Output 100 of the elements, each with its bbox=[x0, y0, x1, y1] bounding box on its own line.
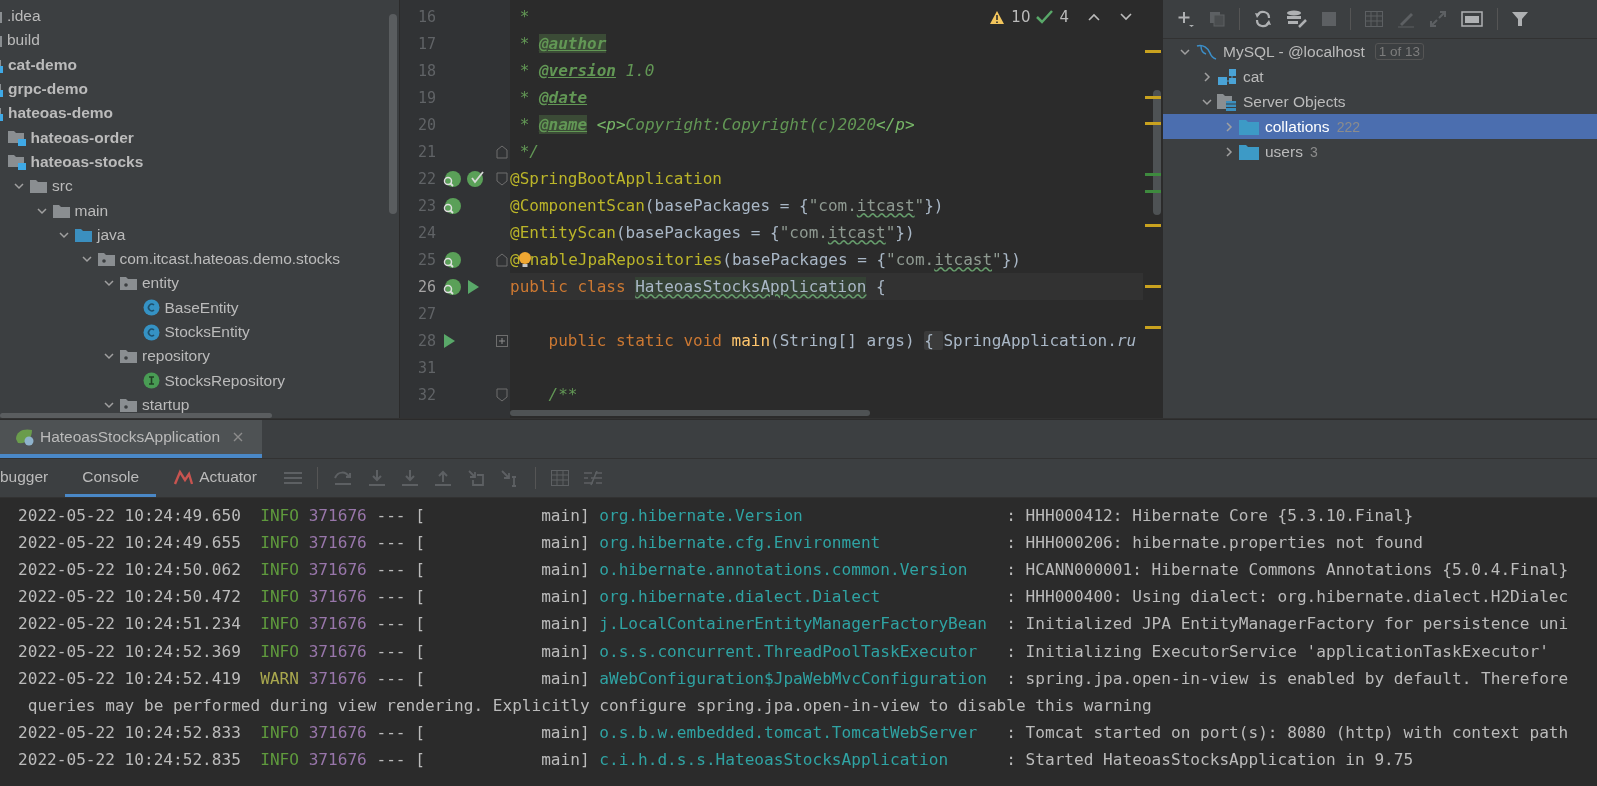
spring-leaf-icon bbox=[14, 427, 36, 447]
log-message: spring.jpa.open-in-view is enabled by default. Therefore bbox=[1025, 668, 1569, 688]
code-token: " bbox=[914, 196, 925, 215]
warning-marker[interactable] bbox=[1145, 285, 1161, 288]
tree-item[interactable]: com.itcast.hateoas.demo.stocks bbox=[119, 250, 341, 269]
tree-item[interactable]: cat bbox=[1243, 67, 1264, 86]
log-time: 2022-05-22 10:24:49.655 bbox=[18, 533, 242, 553]
weak-warning-count[interactable]: 4 bbox=[1059, 8, 1069, 26]
fold-icon[interactable] bbox=[496, 252, 508, 267]
tree-item[interactable]: Server Objects bbox=[1243, 92, 1346, 111]
code-token: * bbox=[518, 7, 530, 26]
tree-item[interactable]: entity bbox=[142, 274, 180, 293]
tree-item[interactable]: java bbox=[97, 225, 126, 244]
fold-icon[interactable] bbox=[496, 171, 508, 186]
unfold-icon[interactable] bbox=[496, 334, 508, 347]
warning-marker[interactable] bbox=[1145, 50, 1161, 53]
log-pid: 371676 bbox=[308, 722, 368, 742]
tool-tab[interactable]: Console bbox=[65, 459, 157, 497]
tree-item[interactable]: hateoas-demo bbox=[8, 104, 114, 123]
jump-icon[interactable] bbox=[1429, 10, 1447, 28]
scrollbar-thumb[interactable] bbox=[510, 410, 870, 416]
run-icon[interactable] bbox=[442, 332, 456, 349]
log-logger: j.LocalContainerEntityManagerFactoryBean bbox=[599, 614, 988, 634]
scrollbar-thumb[interactable] bbox=[389, 14, 397, 214]
chevron-down-icon[interactable] bbox=[1119, 11, 1133, 23]
log-separator: --- [ bbox=[376, 533, 425, 553]
fold-icon[interactable] bbox=[496, 387, 508, 402]
log-colon: : bbox=[1006, 614, 1017, 634]
drop-frame-icon[interactable] bbox=[466, 469, 485, 487]
tool-tab[interactable]: Actuator bbox=[156, 459, 274, 497]
tree-item[interactable]: MySQL - @localhost bbox=[1223, 42, 1365, 61]
warning-count[interactable]: 10 bbox=[1011, 8, 1031, 26]
warning-marker[interactable] bbox=[1145, 122, 1161, 125]
tree-item[interactable]: users bbox=[1265, 142, 1303, 161]
tree-item[interactable]: repository bbox=[142, 347, 211, 366]
log-logger: org.hibernate.cfg.Environment bbox=[599, 533, 882, 553]
tree-item[interactable]: BaseEntity bbox=[164, 298, 239, 317]
tree-item[interactable]: grpc-demo bbox=[8, 80, 89, 99]
chevron-right-icon[interactable] bbox=[1223, 120, 1235, 133]
chevron-right-icon[interactable] bbox=[1223, 145, 1235, 158]
tree-item[interactable]: StocksRepository bbox=[164, 371, 286, 390]
bean-navigation-icon[interactable] bbox=[442, 196, 462, 215]
close-icon[interactable] bbox=[232, 431, 245, 443]
weak-warning-icon[interactable] bbox=[1036, 9, 1054, 25]
warning-marker[interactable] bbox=[1145, 326, 1161, 329]
step-out-icon[interactable] bbox=[433, 469, 452, 487]
selected-row[interactable]: collations 222 bbox=[1163, 114, 1597, 139]
run-tab[interactable]: HateoasStocksApplication bbox=[0, 420, 263, 458]
fold-icon[interactable] bbox=[496, 144, 508, 159]
code-token: itcast bbox=[856, 196, 915, 215]
log-logger: o.s.s.concurrent.ThreadPoolTaskExecutor bbox=[599, 641, 979, 661]
run-icon[interactable] bbox=[466, 278, 480, 295]
bean-navigation-icon[interactable] bbox=[442, 169, 462, 188]
code-token: * bbox=[518, 61, 531, 80]
database-settings-icon[interactable] bbox=[1286, 10, 1308, 28]
step-into-icon[interactable] bbox=[367, 469, 386, 487]
tool-tab[interactable]: bugger bbox=[0, 459, 66, 497]
force-step-into-icon[interactable] bbox=[400, 469, 419, 487]
chevron-up-icon[interactable] bbox=[1087, 11, 1101, 23]
tree-item[interactable]: StocksEntity bbox=[164, 323, 250, 341]
copy-icon[interactable] bbox=[1209, 11, 1225, 27]
console-icon[interactable] bbox=[1461, 11, 1483, 27]
step-over-icon[interactable] bbox=[332, 470, 353, 486]
chevron-right-icon[interactable] bbox=[1201, 70, 1213, 83]
warning-marker[interactable] bbox=[1145, 224, 1161, 227]
tree-item[interactable]: hateoas-stocks bbox=[30, 152, 144, 171]
scrollbar-thumb[interactable] bbox=[1153, 90, 1161, 215]
bean-navigation-icon[interactable] bbox=[442, 250, 462, 269]
bean-navigation-icon[interactable] bbox=[442, 277, 462, 296]
module-folder-icon bbox=[7, 129, 26, 146]
tree-item[interactable]: main bbox=[74, 201, 109, 220]
tree-item[interactable]: collations bbox=[1265, 117, 1330, 136]
code-editor[interactable] bbox=[400, 0, 1163, 418]
warning-icon[interactable] bbox=[989, 9, 1006, 25]
code-token: "com. bbox=[808, 196, 857, 215]
refresh-icon[interactable] bbox=[1254, 10, 1272, 28]
tree-item[interactable]: cat-demo bbox=[8, 55, 77, 74]
table-icon[interactable] bbox=[1365, 11, 1383, 27]
log-separator: --- [ bbox=[376, 722, 425, 742]
warning-marker[interactable] bbox=[1145, 96, 1161, 99]
code-token: @name bbox=[538, 115, 588, 134]
edit-icon[interactable] bbox=[1397, 10, 1415, 28]
info-marker[interactable] bbox=[1145, 173, 1161, 176]
table-icon[interactable] bbox=[550, 470, 569, 486]
filter-icon[interactable] bbox=[1512, 11, 1528, 27]
tree-item[interactable]: startup bbox=[142, 395, 190, 414]
tree-item[interactable]: .idea bbox=[7, 7, 41, 26]
package-icon bbox=[97, 252, 115, 267]
menu-icon[interactable] bbox=[283, 471, 302, 485]
bean-check-icon[interactable] bbox=[466, 169, 486, 188]
code-token: /** bbox=[547, 385, 578, 404]
add-icon[interactable] bbox=[1177, 10, 1195, 28]
scrollbar-thumb[interactable] bbox=[0, 413, 272, 418]
code-token: <p> bbox=[595, 115, 626, 134]
tree-item[interactable]: build bbox=[7, 31, 40, 50]
log-thread: main] bbox=[540, 506, 590, 526]
tree-item[interactable]: hateoas-order bbox=[30, 128, 134, 147]
info-marker[interactable] bbox=[1145, 190, 1161, 193]
tree-item[interactable]: src bbox=[52, 177, 73, 196]
trace-icon[interactable] bbox=[583, 470, 602, 486]
